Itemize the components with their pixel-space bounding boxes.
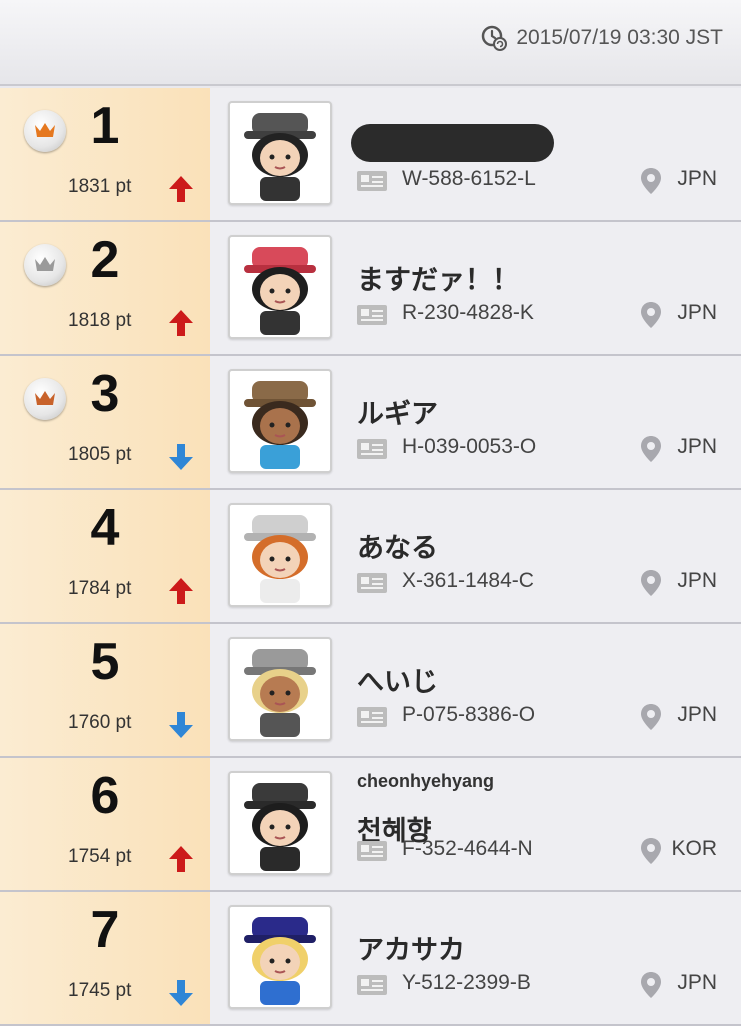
trend-up-icon — [169, 846, 193, 872]
rank-cell: 5 1760 pt — [0, 624, 210, 756]
rank-cell: 1 1831 pt — [0, 88, 210, 220]
rating-points: 1745 pt — [68, 980, 132, 1001]
friend-code: H-039-0053-O — [402, 435, 537, 458]
ranking-row-1[interactable]: 1 1831 pt W-588-6152-L JPN — [0, 88, 741, 222]
trend-up-icon — [169, 310, 193, 336]
ranking-row-5[interactable]: 5 1760 pt へいじ P-075-8386-O JPN — [0, 624, 741, 758]
redacted-name — [351, 124, 554, 162]
player-name: ルギア — [357, 399, 438, 430]
country-code: JPN — [677, 301, 717, 324]
rank-number: 7 — [90, 901, 120, 959]
player-avatar — [228, 235, 332, 339]
id-card-icon — [357, 707, 387, 727]
ranking-row-2[interactable]: 2 1818 pt ますだァ！！ R-230-4828-K JPN — [0, 222, 741, 356]
friend-code: R-230-4828-K — [402, 301, 534, 324]
friend-code: W-588-6152-L — [402, 167, 536, 190]
ranking-row-3[interactable]: 3 1805 pt ルギア H-039-0053-O JPN — [0, 356, 741, 490]
player-name: へいじ — [357, 667, 438, 698]
player-name: ますだァ！！ — [357, 265, 519, 296]
friend-code: P-075-8386-O — [402, 703, 536, 726]
location-pin-icon — [641, 302, 661, 328]
player-subname: cheonhyehyang — [357, 771, 495, 791]
ranking-row-6[interactable]: 6 1754 pt cheonhyehyang 천혜향 F-352-4644-N… — [0, 758, 741, 892]
trend-down-icon — [169, 444, 193, 470]
id-card-icon — [357, 841, 387, 861]
rating-points: 1784 pt — [68, 578, 132, 599]
country-code: JPN — [677, 435, 717, 458]
rating-points: 1805 pt — [68, 444, 132, 465]
id-card-icon — [357, 439, 387, 459]
trend-down-icon — [169, 712, 193, 738]
rank-number: 4 — [90, 499, 120, 557]
crown-gold-icon — [24, 110, 66, 152]
friend-code: F-352-4644-N — [402, 837, 533, 860]
rating-points: 1831 pt — [68, 176, 132, 197]
rank-number: 6 — [90, 767, 120, 825]
location-pin-icon — [641, 972, 661, 998]
crown-silver-icon — [24, 244, 66, 286]
rank-cell: 4 1784 pt — [0, 490, 210, 622]
rank-cell: 6 1754 pt — [0, 758, 210, 890]
player-avatar — [228, 101, 332, 205]
friend-code: X-361-1484-C — [402, 569, 534, 592]
clock-refresh-icon — [482, 25, 508, 51]
location-pin-icon — [641, 168, 661, 194]
trend-down-icon — [169, 980, 193, 1006]
player-avatar — [228, 503, 332, 607]
id-card-icon — [357, 573, 387, 593]
trend-up-icon — [169, 176, 193, 202]
id-card-icon — [357, 171, 387, 191]
country-code: JPN — [677, 569, 717, 592]
rank-cell: 7 1745 pt — [0, 892, 210, 1024]
rank-cell: 2 1818 pt — [0, 222, 210, 354]
rating-points: 1818 pt — [68, 310, 132, 331]
ranking-row-4[interactable]: 4 1784 pt あなる X-361-1484-C JPN — [0, 490, 741, 624]
id-card-icon — [357, 305, 387, 325]
last-updated: 2015/07/19 03:30 JST — [480, 24, 723, 52]
rank-number: 5 — [90, 633, 120, 691]
id-card-icon — [357, 975, 387, 995]
location-pin-icon — [641, 436, 661, 462]
player-avatar — [228, 771, 332, 875]
country-code: JPN — [677, 703, 717, 726]
friend-code: Y-512-2399-B — [402, 971, 531, 994]
crown-bronze-icon — [24, 378, 66, 420]
player-avatar — [228, 637, 332, 741]
player-name: アカサカ — [357, 935, 465, 966]
location-pin-icon — [641, 704, 661, 730]
rank-cell: 3 1805 pt — [0, 356, 210, 488]
player-avatar — [228, 369, 332, 473]
country-code: JPN — [677, 167, 717, 190]
rank-number: 1 — [90, 97, 120, 155]
rank-number: 2 — [90, 231, 120, 289]
rating-points: 1754 pt — [68, 846, 132, 867]
player-name: あなる — [357, 533, 438, 564]
rank-number: 3 — [90, 365, 120, 423]
country-code: KOR — [671, 837, 717, 860]
rating-points: 1760 pt — [68, 712, 132, 733]
location-pin-icon — [641, 570, 661, 596]
header-bar: 2015/07/19 03:30 JST — [0, 0, 741, 86]
trend-up-icon — [169, 578, 193, 604]
ranking-row-7[interactable]: 7 1745 pt アカサカ Y-512-2399-B JPN — [0, 892, 741, 1026]
location-pin-icon — [641, 838, 661, 864]
timestamp-text: 2015/07/19 03:30 JST — [516, 26, 723, 49]
country-code: JPN — [677, 971, 717, 994]
player-avatar — [228, 905, 332, 1009]
